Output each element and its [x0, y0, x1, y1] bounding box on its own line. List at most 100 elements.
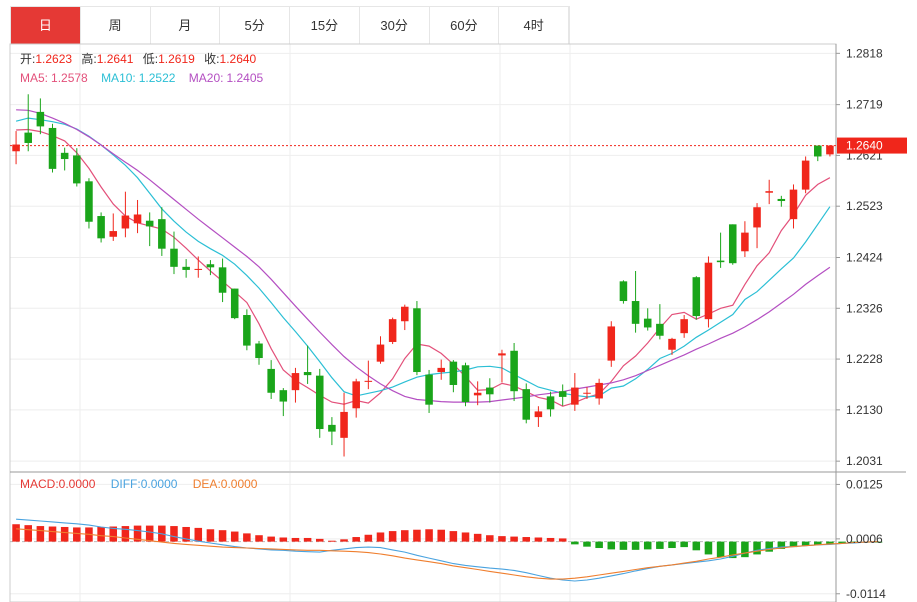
y-tick-label-8: 1.2031	[846, 454, 883, 468]
candle-body	[48, 127, 57, 169]
candle-body	[741, 232, 749, 252]
macd-bar-13	[170, 526, 178, 542]
candle-body	[631, 301, 640, 324]
candle-13	[170, 231, 178, 275]
candle-24	[303, 345, 312, 384]
candle-body	[352, 381, 360, 409]
macd-tick-label-0: 0.0125	[846, 477, 883, 491]
y-tick-label-7: 1.2130	[846, 403, 883, 417]
macd-bar-19	[243, 533, 251, 542]
macd-bar-41	[510, 536, 518, 542]
macd-bar-28	[352, 537, 360, 542]
macd-bar-4	[60, 526, 69, 542]
candle-8	[109, 213, 118, 241]
candle-31	[388, 317, 397, 345]
candle-body	[328, 424, 336, 432]
candlesticks	[12, 94, 834, 457]
candle-61	[753, 203, 761, 249]
y-tick-label-1: 1.2719	[846, 98, 883, 112]
candle-body	[668, 338, 676, 350]
chart-canvas: 1.28181.27191.26211.25231.24241.23261.22…	[9, 43, 907, 602]
line-ma20	[16, 109, 831, 403]
candle-body	[279, 390, 288, 402]
ma-header: MA5: 1.2578 MA10: 1.2522 MA20: 1.2405	[20, 71, 264, 85]
candle-34	[425, 369, 433, 413]
macd-bar-21	[267, 536, 275, 542]
macd-bar-17	[218, 530, 227, 542]
macd-bar-58	[716, 541, 725, 558]
macd-bar-34	[425, 529, 433, 542]
y-tick-label-4: 1.2424	[846, 251, 883, 265]
chart-frame	[9, 43, 906, 602]
candle-body	[571, 387, 579, 405]
candle-body	[473, 392, 482, 396]
macd-bar-52	[643, 541, 652, 550]
candle-body	[121, 215, 130, 229]
macd-bar-53	[656, 541, 664, 549]
candle-28	[352, 378, 360, 418]
candle-26	[328, 417, 336, 446]
candle-body	[558, 391, 567, 397]
candle-29	[364, 360, 373, 390]
macd-bar-39	[486, 535, 494, 542]
candle-body	[692, 277, 701, 317]
candle-body	[170, 248, 178, 267]
macd-bar-25	[315, 538, 324, 542]
macd-bar-47	[583, 541, 591, 547]
macd-bar-15	[194, 527, 203, 542]
candle-body	[413, 308, 421, 373]
candle-body	[498, 353, 506, 356]
macd-bar-30	[376, 532, 385, 542]
macd-bar-24	[303, 537, 312, 542]
candle-10	[133, 199, 142, 234]
candle-14	[182, 259, 190, 278]
candle-body	[97, 216, 105, 239]
candle-body	[73, 155, 81, 184]
macd-bar-29	[364, 534, 373, 542]
current-price-tag: 1.2640	[837, 137, 907, 154]
macd-bar-32	[401, 530, 409, 542]
macd-bar-36	[449, 531, 458, 542]
candle-body	[303, 372, 312, 376]
candle-56	[692, 276, 701, 320]
candle-46	[571, 373, 579, 411]
candle-53	[656, 304, 664, 340]
candle-51	[631, 270, 640, 333]
candle-49	[607, 321, 616, 367]
macd-bar-49	[607, 541, 616, 550]
macd-bar-5	[73, 527, 81, 542]
price-tag-label: 1.2640	[846, 139, 883, 153]
candle-59	[728, 224, 737, 265]
candle-57	[704, 256, 713, 328]
candle-12	[158, 207, 166, 256]
macd-bar-38	[473, 533, 482, 542]
candle-0	[12, 131, 20, 165]
candle-5	[73, 148, 81, 187]
macd-bar-51	[631, 541, 640, 550]
candle-17	[218, 258, 227, 303]
candle-body	[814, 145, 822, 157]
candle-body	[425, 374, 433, 405]
macd-bar-56	[692, 541, 701, 551]
candle-body	[401, 306, 409, 322]
candle-11	[145, 212, 154, 247]
candle-67	[826, 145, 834, 157]
macd-lines	[16, 518, 879, 582]
candle-body	[619, 281, 628, 302]
y-tick-label-3: 1.2523	[846, 199, 883, 213]
candle-37	[461, 362, 470, 407]
candle-body	[376, 344, 385, 362]
macd-bar-1	[24, 525, 32, 542]
candle-63	[777, 195, 786, 207]
candle-30	[376, 336, 385, 364]
candle-body	[255, 343, 263, 359]
candle-body	[486, 387, 494, 395]
candle-64	[789, 184, 798, 229]
candle-40	[498, 349, 506, 383]
candle-body	[243, 315, 251, 346]
macd-bar-35	[437, 529, 445, 542]
grid-lines	[10, 44, 836, 602]
plot-border	[9, 43, 837, 602]
macd-tick-label-1: 0.0006	[846, 532, 883, 546]
macd-bar-46	[571, 541, 579, 545]
